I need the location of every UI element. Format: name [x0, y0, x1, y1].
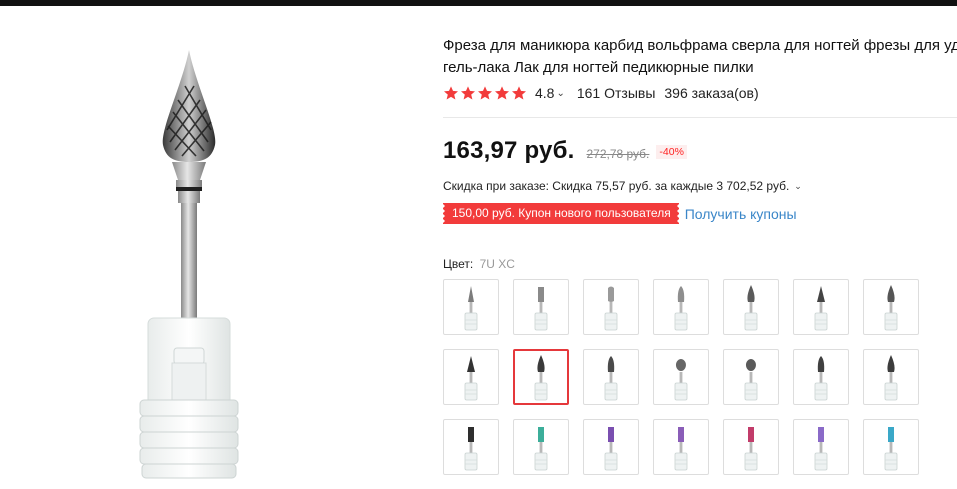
- drill-bit-thumbnail: [884, 285, 898, 331]
- old-price: 272,78 руб.: [586, 147, 650, 161]
- discount-badge: -40%: [656, 145, 687, 159]
- color-swatch[interactable]: [583, 349, 639, 405]
- new-user-coupon-badge: 150,00 руб. Купон нового пользователя: [443, 203, 679, 224]
- color-swatch[interactable]: [513, 279, 569, 335]
- drill-bit-thumbnail: [744, 427, 758, 471]
- order-discount[interactable]: Скидка при заказе: Скидка 75,57 руб. за …: [443, 179, 802, 193]
- rating-value[interactable]: 4.8: [535, 85, 554, 101]
- drill-bit-thumbnail: [534, 355, 548, 401]
- color-swatch[interactable]: [723, 419, 779, 475]
- drill-bit-thumbnail: [744, 359, 758, 401]
- product-title-line1: Фреза для маникюра карбид вольфрама свер…: [443, 37, 957, 54]
- chevron-down-icon[interactable]: ⌄: [794, 181, 802, 192]
- drill-bit-thumbnail: [604, 427, 618, 471]
- color-swatch[interactable]: [863, 419, 919, 475]
- drill-bit-thumbnail: [814, 286, 828, 331]
- color-swatch[interactable]: [513, 419, 569, 475]
- color-swatch[interactable]: [443, 419, 499, 475]
- product-main-image[interactable]: [120, 30, 280, 480]
- star-icon: [478, 86, 492, 100]
- product-title: Фреза для маникюра карбид вольфрама свер…: [443, 35, 957, 79]
- divider: [443, 117, 957, 118]
- color-swatch[interactable]: [863, 279, 919, 335]
- color-swatch[interactable]: [653, 419, 709, 475]
- color-label: Цвет:: [443, 257, 474, 271]
- rating-stars: [443, 85, 527, 101]
- price-row: 163,97 руб. 272,78 руб. -40%: [443, 137, 687, 165]
- order-discount-text: Скидка при заказе: Скидка 75,57 руб. за …: [443, 179, 790, 193]
- star-icon: [444, 86, 458, 100]
- orders-count: 396 заказа(ов): [664, 85, 759, 101]
- color-swatch[interactable]: [443, 279, 499, 335]
- drill-bit-thumbnail: [604, 356, 618, 401]
- color-swatch[interactable]: [653, 279, 709, 335]
- color-swatch[interactable]: [793, 419, 849, 475]
- color-swatch[interactable]: [513, 349, 569, 405]
- drill-bit-thumbnail: [464, 427, 478, 471]
- product-title-line2: гель-лака Лак для ногтей педикюрные пилк…: [443, 59, 754, 76]
- get-coupons-link[interactable]: Получить купоны: [685, 206, 797, 222]
- drill-bit-thumbnail: [744, 285, 758, 331]
- color-swatch[interactable]: [863, 349, 919, 405]
- color-swatch[interactable]: [793, 349, 849, 405]
- drill-bit-thumbnail: [604, 286, 618, 331]
- drill-bit-thumbnail: [534, 427, 548, 471]
- color-selector-label: Цвет: 7U XC: [443, 257, 515, 271]
- drill-bit-thumbnail: [674, 286, 688, 331]
- top-bar: [0, 0, 957, 6]
- coupon-row: 150,00 руб. Купон нового пользователя По…: [443, 203, 797, 224]
- drill-bit-thumbnail: [674, 427, 688, 471]
- drill-bit-thumbnail: [814, 356, 828, 401]
- color-swatch[interactable]: [653, 349, 709, 405]
- star-icon: [512, 86, 526, 100]
- current-price: 163,97 руб.: [443, 137, 575, 164]
- drill-bit-thumbnail: [464, 286, 478, 331]
- color-swatch[interactable]: [723, 279, 779, 335]
- chevron-down-icon[interactable]: ⌄: [556, 88, 564, 99]
- drill-bit-thumbnail: [534, 287, 548, 331]
- drill-bit-thumbnail: [884, 427, 898, 471]
- star-icon: [461, 86, 475, 100]
- drill-bit-thumbnail: [814, 427, 828, 471]
- color-swatch[interactable]: [583, 419, 639, 475]
- color-swatch[interactable]: [723, 349, 779, 405]
- drill-bit-thumbnail: [464, 356, 478, 401]
- drill-bit-thumbnail: [884, 355, 898, 401]
- reviews-link[interactable]: 161 Отзывы: [577, 85, 656, 101]
- star-icon: [495, 86, 509, 100]
- drill-bit-thumbnail: [674, 359, 688, 401]
- color-swatch[interactable]: [793, 279, 849, 335]
- color-value: 7U XC: [479, 257, 515, 271]
- color-swatch[interactable]: [443, 349, 499, 405]
- rating-row: 4.8 ⌄ 161 Отзывы 396 заказа(ов): [443, 84, 759, 102]
- color-swatch[interactable]: [583, 279, 639, 335]
